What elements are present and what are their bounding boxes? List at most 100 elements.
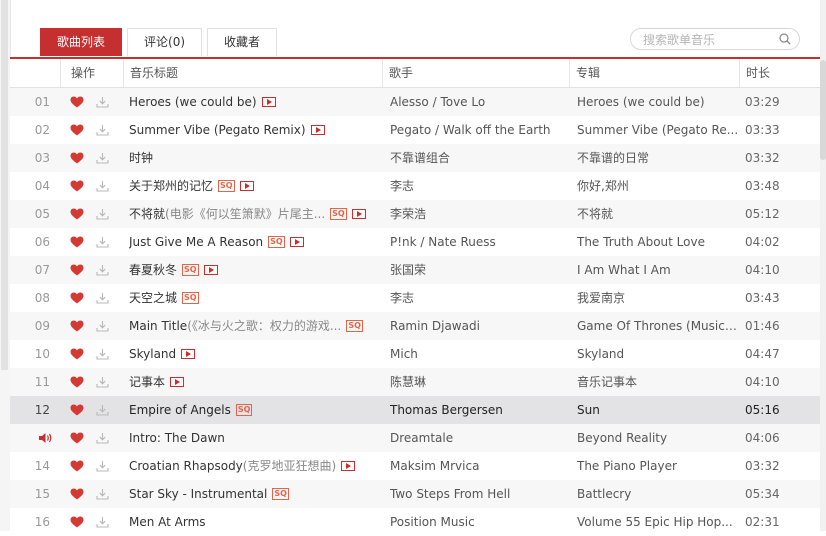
vertical-scrollbar[interactable] <box>820 0 826 531</box>
heart-icon[interactable] <box>70 432 84 444</box>
track-artist[interactable]: Alesso / Tove Lo <box>382 88 569 116</box>
table-row[interactable]: 08 天空之城 SQ 李志 我爱南京 03:43 <box>10 284 820 312</box>
track-title-cell[interactable]: Heroes (we could be) <box>123 88 382 116</box>
track-title-cell[interactable]: Summer Vibe (Pegato Remix) <box>123 116 382 144</box>
table-row[interactable]: 16 Men At Arms Position Music Volume 55 Ep… <box>10 508 820 536</box>
mv-icon[interactable] <box>341 461 356 471</box>
heart-icon[interactable] <box>70 292 84 304</box>
table-row[interactable]: 04 关于郑州的记忆 SQ 李志 你好,郑州 03:48 <box>10 172 820 200</box>
vertical-scrollbar-thumb[interactable] <box>820 60 826 160</box>
mv-icon[interactable] <box>289 237 304 247</box>
table-row[interactable]: 11 记事本 陈慧琳 音乐记事本 04:10 <box>10 368 820 396</box>
track-artist[interactable]: 陈慧琳 <box>382 368 569 396</box>
table-row[interactable]: 15 Star Sky - Instrumental SQ Two Steps Fr… <box>10 480 820 508</box>
heart-icon[interactable] <box>70 348 84 360</box>
track-artist[interactable]: Maksim Mrvica <box>382 452 569 480</box>
track-album[interactable]: 音乐记事本 <box>569 368 739 396</box>
heart-icon[interactable] <box>70 124 84 136</box>
table-row[interactable]: 02 Summer Vibe (Pegato Remix) Pegato / Wa… <box>10 116 820 144</box>
track-artist[interactable]: 不靠谱组合 <box>382 144 569 172</box>
table-row[interactable]: Intro: The Dawn Dreamtale Beyond Reality 04… <box>10 424 820 452</box>
heart-icon[interactable] <box>70 404 84 416</box>
track-album[interactable]: Beyond Reality <box>569 424 739 452</box>
track-album[interactable]: The Piano Player <box>569 452 739 480</box>
tab-collectors[interactable]: 收藏者 <box>207 28 278 56</box>
download-icon[interactable] <box>96 152 109 164</box>
heart-icon[interactable] <box>70 320 84 332</box>
mv-icon[interactable] <box>351 209 366 219</box>
track-title-cell[interactable]: 不将就(电影《何以笙箫默》片尾主... SQ <box>123 200 382 228</box>
table-row[interactable]: 14 Croatian Rhapsody(克罗地亚狂想曲) Maksim Mrvi… <box>10 452 820 480</box>
track-album[interactable]: 不将就 <box>569 200 739 228</box>
download-icon[interactable] <box>96 320 109 332</box>
table-row[interactable]: 12 Empire of Angels SQ Thomas Bergersen Sun… <box>10 396 820 424</box>
track-title-cell[interactable]: 关于郑州的记忆 SQ <box>123 172 382 200</box>
track-title-cell[interactable]: Intro: The Dawn <box>123 424 382 452</box>
table-row[interactable]: 03 时钟 不靠谱组合 不靠谱的日常 03:32 <box>10 144 820 172</box>
track-title-cell[interactable]: Star Sky - Instrumental SQ <box>123 480 382 508</box>
heart-icon[interactable] <box>70 264 84 276</box>
download-icon[interactable] <box>96 376 109 388</box>
download-icon[interactable] <box>96 432 109 444</box>
track-album[interactable]: Battlecry <box>569 480 739 508</box>
table-row[interactable]: 05 不将就(电影《何以笙箫默》片尾主... SQ 李荣浩 不将就 05:12 <box>10 200 820 228</box>
download-icon[interactable] <box>96 208 109 220</box>
table-row[interactable]: 06 Just Give Me A Reason SQ P!nk / Nate Ru… <box>10 228 820 256</box>
tab-song-list[interactable]: 歌曲列表 <box>40 28 123 56</box>
download-icon[interactable] <box>96 124 109 136</box>
track-artist[interactable]: P!nk / Nate Ruess <box>382 228 569 256</box>
mv-icon[interactable] <box>310 125 325 135</box>
track-album[interactable]: Volume 55 Epic Hip Hop... <box>569 508 739 536</box>
track-artist[interactable]: Mich <box>382 340 569 368</box>
track-title-cell[interactable]: Skyland <box>123 340 382 368</box>
playlist-search-box[interactable] <box>630 28 800 50</box>
heart-icon[interactable] <box>70 180 84 192</box>
heart-icon[interactable] <box>70 96 84 108</box>
track-artist[interactable]: Dreamtale <box>382 424 569 452</box>
table-row[interactable]: 01 Heroes (we could be) Alesso / Tove Lo H… <box>10 88 820 116</box>
track-album[interactable]: I Am What I Am <box>569 256 739 284</box>
track-artist[interactable]: 李志 <box>382 284 569 312</box>
search-icon[interactable] <box>779 33 791 45</box>
header-artist[interactable]: 歌手 <box>382 59 569 87</box>
header-album[interactable]: 专辑 <box>569 59 739 87</box>
track-album[interactable]: Sun <box>569 396 739 424</box>
mv-icon[interactable] <box>170 377 185 387</box>
download-icon[interactable] <box>96 264 109 276</box>
track-artist[interactable]: 张国荣 <box>382 256 569 284</box>
search-input[interactable] <box>641 31 775 49</box>
track-album[interactable]: 你好,郑州 <box>569 172 739 200</box>
mv-icon[interactable] <box>181 349 196 359</box>
track-title-cell[interactable]: 天空之城 SQ <box>123 284 382 312</box>
track-artist[interactable]: Pegato / Walk off the Earth <box>382 116 569 144</box>
track-album[interactable]: 我爱南京 <box>569 284 739 312</box>
download-icon[interactable] <box>96 292 109 304</box>
mv-icon[interactable] <box>261 97 276 107</box>
download-icon[interactable] <box>96 516 109 528</box>
mv-icon[interactable] <box>239 181 254 191</box>
track-album[interactable]: Game Of Thrones (Music f... <box>569 312 739 340</box>
download-icon[interactable] <box>96 404 109 416</box>
track-artist[interactable]: Thomas Bergersen <box>382 396 569 424</box>
track-title-cell[interactable]: 春夏秋冬 SQ <box>123 256 382 284</box>
left-scrollbar-thumb[interactable] <box>1 0 8 370</box>
mv-icon[interactable] <box>203 265 218 275</box>
heart-icon[interactable] <box>70 488 84 500</box>
track-artist[interactable]: Ramin Djawadi <box>382 312 569 340</box>
download-icon[interactable] <box>96 96 109 108</box>
track-title-cell[interactable]: Croatian Rhapsody(克罗地亚狂想曲) <box>123 452 382 480</box>
header-title[interactable]: 音乐标题 <box>123 59 382 87</box>
track-title-cell[interactable]: Empire of Angels SQ <box>123 396 382 424</box>
heart-icon[interactable] <box>70 236 84 248</box>
download-icon[interactable] <box>96 460 109 472</box>
track-album[interactable]: The Truth About Love <box>569 228 739 256</box>
table-row[interactable]: 07 春夏秋冬 SQ 张国荣 I Am What I Am 04:10 <box>10 256 820 284</box>
table-row[interactable]: 09 Main Title(《冰与火之歌：权力的游戏... SQ Ramin Dja… <box>10 312 820 340</box>
track-title-cell[interactable]: 记事本 <box>123 368 382 396</box>
header-duration[interactable]: 时长 <box>739 59 809 87</box>
track-title-cell[interactable]: Just Give Me A Reason SQ <box>123 228 382 256</box>
track-artist[interactable]: 李荣浩 <box>382 200 569 228</box>
track-album[interactable]: 不靠谱的日常 <box>569 144 739 172</box>
track-artist[interactable]: Position Music <box>382 508 569 536</box>
heart-icon[interactable] <box>70 152 84 164</box>
